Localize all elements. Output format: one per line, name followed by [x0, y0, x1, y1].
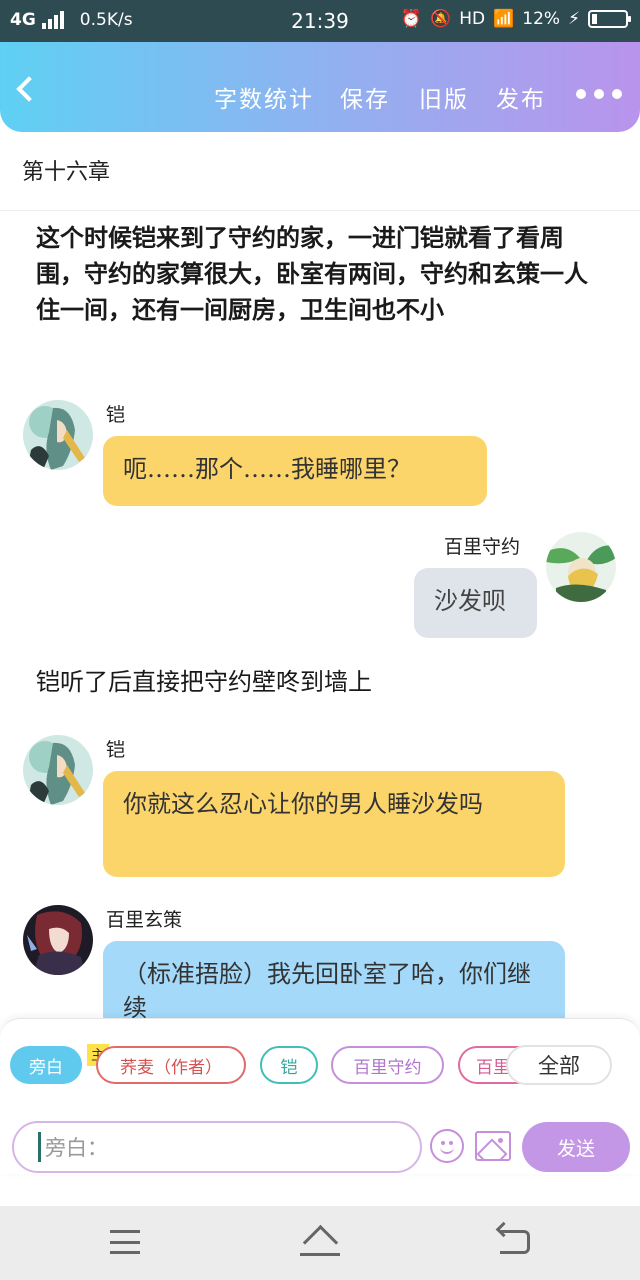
battery-icon — [588, 10, 631, 28]
message-bubble[interactable]: 你就这么忍心让你的男人睡沙发吗 — [103, 771, 565, 877]
avatar[interactable] — [23, 735, 93, 805]
menu-icon[interactable] — [110, 1230, 140, 1254]
speaker-name: 百里玄策 — [106, 909, 183, 931]
all-roles-button[interactable]: 全部 — [506, 1045, 612, 1085]
image-icon[interactable] — [475, 1131, 511, 1161]
narration-text[interactable]: 铠听了后直接把守约壁咚到墙上 — [36, 664, 596, 700]
message-bubble[interactable]: 沙发呗 — [414, 568, 537, 638]
speaker-name: 铠 — [106, 739, 126, 761]
role-chip-kai[interactable]: 铠 — [260, 1046, 318, 1084]
home-icon[interactable] — [300, 1226, 340, 1256]
editor-header: 字数统计 保存 旧版 发布 — [0, 42, 640, 132]
avatar[interactable] — [23, 400, 93, 470]
avatar[interactable] — [546, 532, 616, 602]
divider — [0, 210, 640, 211]
back-icon[interactable] — [16, 76, 42, 102]
narration-text[interactable]: 这个时候铠来到了守约的家，一进门铠就看了看周围，守约的家算很大，卧室有两间，守约… — [36, 220, 596, 328]
status-right: ⏰ 🔕 HD 📶 12% ⚡ — [400, 9, 631, 29]
word-count-button[interactable]: 字数统计 — [214, 80, 314, 114]
role-chip-narrator[interactable]: 旁白 — [10, 1046, 82, 1084]
speaker-name: 百里守约 — [444, 536, 521, 558]
wifi-icon: 📶 — [493, 9, 515, 29]
battery-percent: 12% — [522, 9, 561, 29]
role-chip-shouyue[interactable]: 百里守约 — [331, 1046, 444, 1084]
speaker-name: 铠 — [106, 404, 126, 426]
text-caret — [38, 1132, 41, 1162]
back-nav-icon[interactable] — [500, 1230, 530, 1254]
message-bubble[interactable]: 呃……那个……我睡哪里？ — [103, 436, 487, 506]
charging-icon: ⚡ — [568, 9, 580, 29]
publish-button[interactable]: 发布 — [496, 80, 546, 114]
old-version-button[interactable]: 旧版 — [419, 80, 469, 114]
system-nav-bar — [0, 1206, 640, 1280]
chapter-title[interactable]: 第十六章 — [22, 154, 110, 186]
more-icon[interactable] — [576, 89, 622, 99]
hd-label: HD — [459, 9, 486, 29]
role-chip-author[interactable]: 荞麦（作者） — [96, 1046, 246, 1084]
mute-icon: 🔕 — [430, 9, 452, 29]
send-button[interactable]: 发送 — [522, 1122, 630, 1172]
avatar[interactable] — [23, 905, 93, 975]
emoji-icon[interactable] — [430, 1129, 464, 1163]
message-input[interactable]: 旁白： — [12, 1121, 422, 1173]
input-placeholder: 旁白： — [45, 1136, 108, 1160]
status-bar: 4G 0.5K/s 21:39 ⏰ 🔕 HD 📶 12% ⚡ — [0, 0, 640, 42]
alarm-icon: ⏰ — [400, 9, 423, 29]
save-button[interactable]: 保存 — [340, 80, 390, 114]
